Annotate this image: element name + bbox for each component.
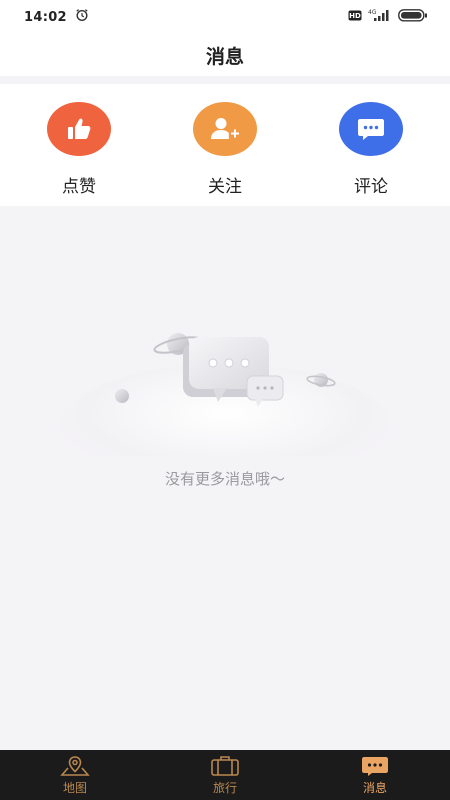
map-pin-icon (60, 755, 90, 776)
thumbs-up-icon (68, 118, 91, 139)
page-title: 消息 (205, 45, 244, 68)
add-user-icon (211, 118, 239, 139)
category-comments[interactable]: 评论 (306, 84, 436, 197)
comment-icon (358, 119, 384, 140)
tab-map[interactable]: 地图 (0, 750, 150, 800)
alarm-icon (75, 8, 89, 26)
empty-state-text: 没有更多消息哦～ (164, 470, 285, 488)
likes-icon-circle (47, 102, 111, 156)
tab-map-label: 地图 (62, 780, 87, 795)
page-header: 消息 (0, 34, 450, 76)
follows-icon-circle (193, 102, 257, 156)
status-time: 14:02 (24, 9, 67, 25)
message-icon (362, 756, 388, 776)
battery-icon (398, 8, 428, 26)
section-divider (0, 76, 450, 84)
category-follows[interactable]: 关注 (160, 84, 290, 197)
empty-chat-illustration-icon (60, 333, 390, 456)
4g-signal-icon: 4G (368, 8, 392, 26)
status-bar: 14:02 HD 4G (0, 0, 450, 34)
empty-state: 没有更多消息哦～ (0, 206, 450, 750)
bottom-tab-bar: 地图 旅行 消息 (0, 750, 450, 800)
tab-travel-label: 旅行 (212, 780, 237, 795)
suitcase-icon (211, 755, 239, 776)
svg-text:4G: 4G (368, 9, 377, 16)
hd-icon: HD (348, 10, 362, 25)
tab-messages-label: 消息 (362, 780, 387, 795)
comments-icon-circle (339, 102, 403, 156)
category-comments-label: 评论 (354, 177, 388, 197)
tab-travel[interactable]: 旅行 (150, 750, 300, 800)
svg-text:HD: HD (349, 12, 361, 20)
category-likes-label: 点赞 (62, 177, 96, 197)
tab-messages[interactable]: 消息 (300, 750, 450, 800)
category-follows-label: 关注 (208, 177, 242, 197)
category-likes[interactable]: 点赞 (14, 84, 144, 197)
message-categories: 点赞 关注 评论 (0, 84, 450, 206)
